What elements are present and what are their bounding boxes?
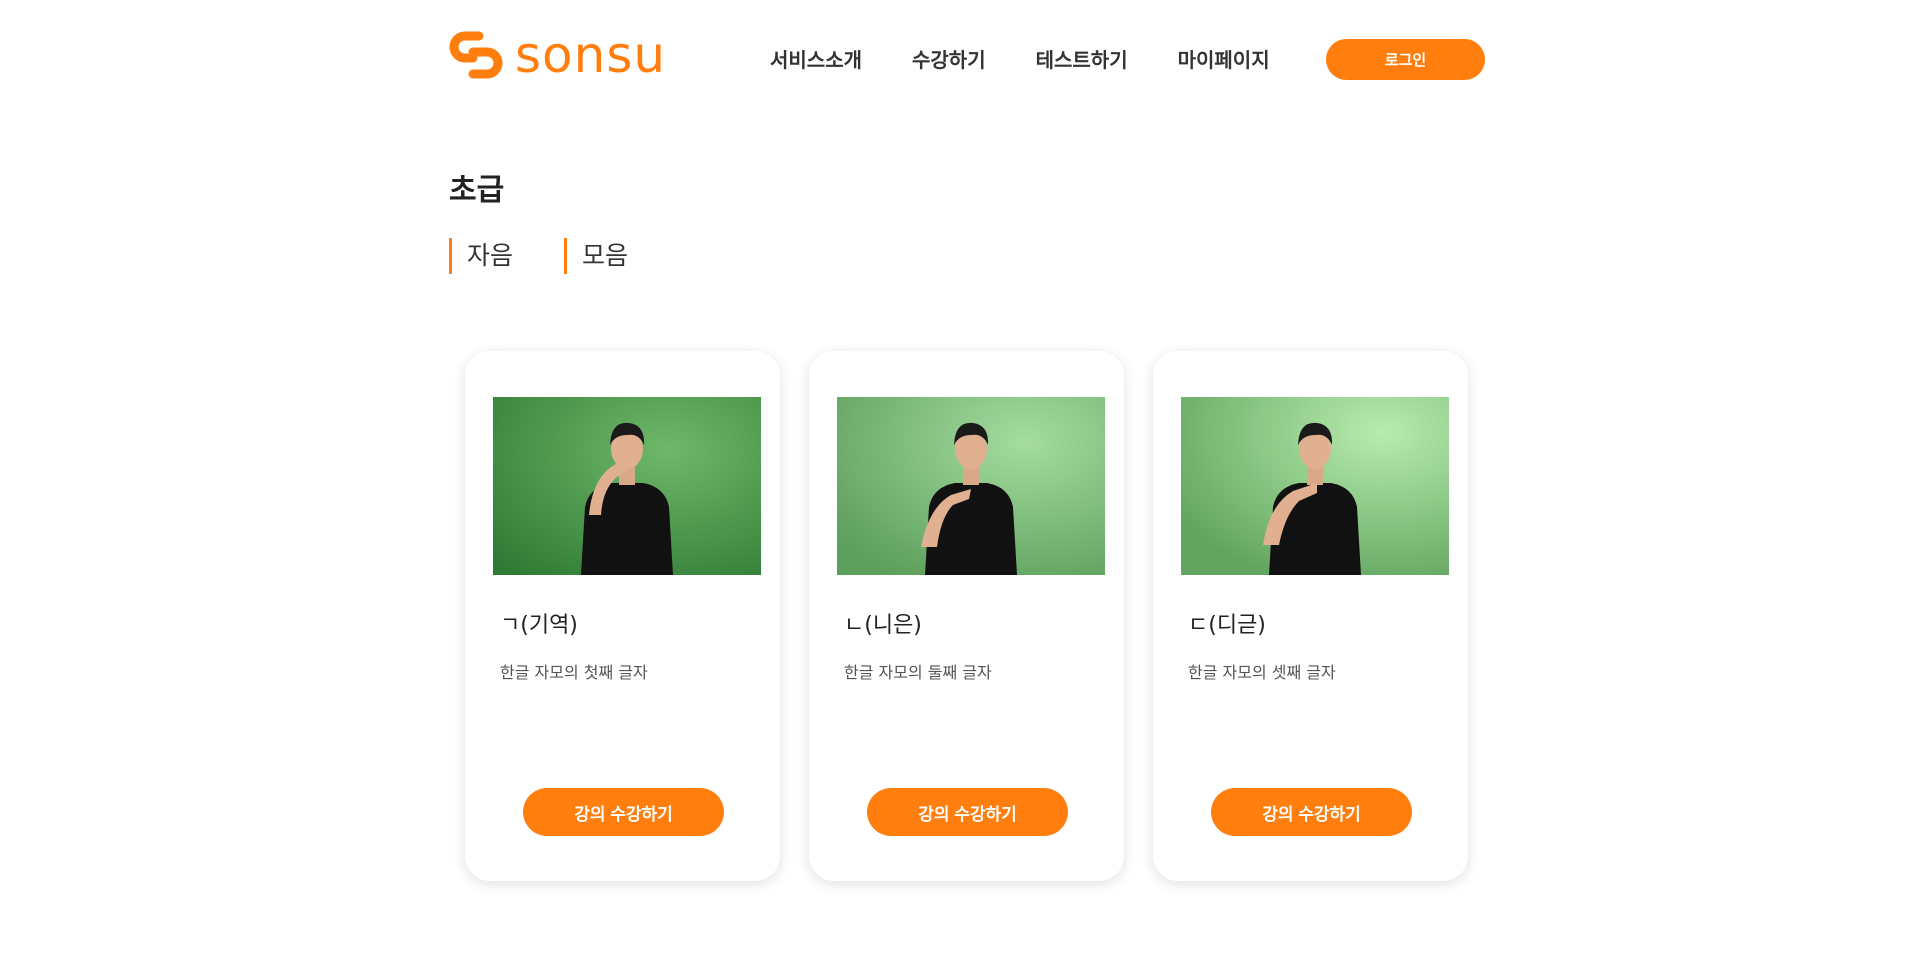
video-thumbnail-image xyxy=(1181,397,1449,575)
lesson-thumbnail[interactable] xyxy=(1181,397,1449,575)
lesson-title: ㄱ(기역) xyxy=(500,613,578,638)
lesson-card: ㄴ(니은) 한글 자모의 둘째 글자 강의 수강하기 xyxy=(809,351,1124,881)
lesson-thumbnail[interactable] xyxy=(837,397,1105,575)
lesson-description: 한글 자모의 첫째 글자 xyxy=(500,663,648,682)
lesson-description: 한글 자모의 셋째 글자 xyxy=(1188,663,1336,682)
lesson-thumbnail[interactable] xyxy=(493,397,761,575)
nav-item-courses[interactable]: 수강하기 xyxy=(912,44,986,73)
video-thumbnail-image xyxy=(493,397,761,575)
site-header: sonsu 서비스소개 수강하기 테스트하기 마이페이지 로그인 xyxy=(0,0,1920,120)
nav-item-mypage[interactable]: 마이페이지 xyxy=(1178,44,1270,73)
lesson-card: ㄱ(기역) 한글 자모의 첫째 글자 강의 수강하기 xyxy=(465,351,780,881)
nav-item-service-intro[interactable]: 서비스소개 xyxy=(770,44,862,73)
logo-text: sonsu xyxy=(515,26,667,84)
logo-mark-icon xyxy=(449,31,503,79)
lesson-description: 한글 자모의 둘째 글자 xyxy=(844,663,992,682)
lesson-title: ㄷ(디귿) xyxy=(1188,613,1266,638)
take-lesson-button[interactable]: 강의 수강하기 xyxy=(523,788,724,836)
tab-consonants[interactable]: 자음 xyxy=(449,238,564,274)
lesson-card-list: ㄱ(기역) 한글 자모의 첫째 글자 강의 수강하기 ㄴ(니은) 한글 자모의 … xyxy=(465,351,1468,881)
category-tabs: 자음 모음 xyxy=(449,238,679,274)
sonsu-logo[interactable]: sonsu xyxy=(449,30,666,80)
main-nav: 서비스소개 수강하기 테스트하기 마이페이지 xyxy=(770,44,1270,73)
lesson-card: ㄷ(디귿) 한글 자모의 셋째 글자 강의 수강하기 xyxy=(1153,351,1468,881)
tab-vowels[interactable]: 모음 xyxy=(564,238,679,274)
lesson-title: ㄴ(니은) xyxy=(844,613,922,638)
take-lesson-button[interactable]: 강의 수강하기 xyxy=(867,788,1068,836)
take-lesson-button[interactable]: 강의 수강하기 xyxy=(1211,788,1412,836)
video-thumbnail-image xyxy=(837,397,1105,575)
page-title: 초급 xyxy=(449,173,505,208)
nav-item-test[interactable]: 테스트하기 xyxy=(1036,44,1128,73)
login-button[interactable]: 로그인 xyxy=(1326,39,1485,80)
